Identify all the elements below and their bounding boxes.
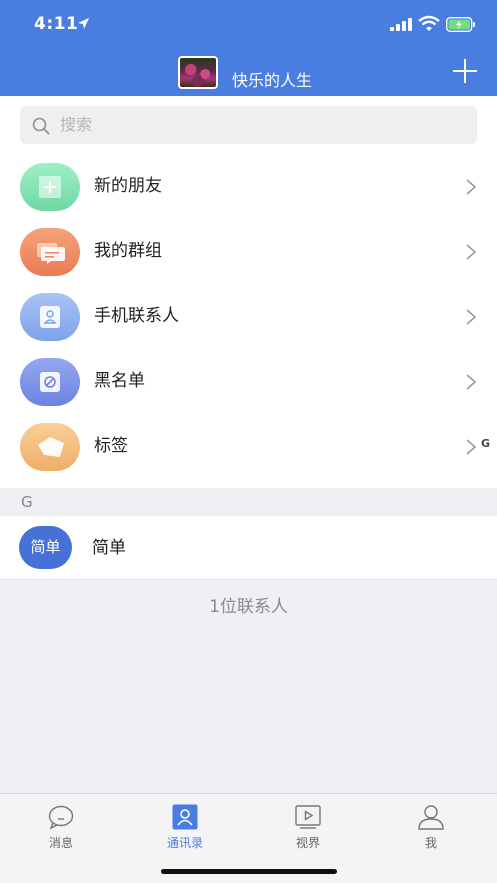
contact-name: 简单 — [92, 538, 126, 558]
tag-icon — [20, 423, 80, 471]
tab-contacts[interactable]: 通讯录 — [140, 802, 230, 852]
home-indicator — [161, 869, 337, 874]
section-header: G — [0, 488, 497, 516]
cellular-signal-icon — [390, 18, 412, 31]
contact-row[interactable]: 简单 简单 — [0, 516, 497, 580]
location-arrow-icon — [78, 18, 89, 29]
battery-icon — [446, 17, 475, 32]
chevron-right-icon — [466, 439, 476, 455]
tab-me[interactable]: 我 — [386, 802, 476, 852]
menu-item-phone-contacts[interactable]: 手机联系人 — [0, 284, 497, 349]
user-avatar[interactable] — [178, 56, 218, 89]
chevron-right-icon — [466, 374, 476, 390]
group-chat-icon — [20, 228, 80, 276]
contact-count: 1位联系人 — [209, 597, 288, 617]
menu-label: 标签 — [94, 436, 128, 456]
video-icon — [295, 805, 321, 829]
profile-icon — [418, 805, 444, 830]
search-icon — [32, 117, 50, 135]
alphabet-index-letter[interactable]: G — [481, 437, 490, 450]
menu-label: 我的群组 — [94, 241, 162, 261]
tab-vision[interactable]: 视界 — [263, 802, 353, 852]
phone-contact-icon — [20, 293, 80, 341]
add-button[interactable] — [452, 58, 478, 84]
tab-label: 视界 — [295, 836, 320, 850]
tab-label: 消息 — [48, 836, 73, 850]
tab-messages[interactable]: 消息 — [16, 802, 106, 852]
wifi-icon — [418, 15, 440, 31]
contact-avatar: 简单 — [19, 526, 72, 569]
menu-item-blacklist[interactable]: 黑名单 — [0, 349, 497, 414]
menu-item-new-friends[interactable]: 新的朋友 — [0, 154, 497, 219]
menu-label: 新的朋友 — [94, 176, 162, 196]
new-friend-icon — [20, 163, 80, 211]
chevron-right-icon — [466, 309, 476, 325]
menu-label: 黑名单 — [94, 371, 145, 391]
contacts-icon — [172, 804, 198, 830]
contacts-menu: 新的朋友 我的群组 手机联系人 黑名单 标签 — [0, 154, 497, 488]
message-icon — [48, 805, 74, 830]
status-time: 4:11 — [34, 14, 79, 34]
search-section — [0, 96, 497, 154]
header-bar: 4:11 快乐的人生 — [0, 0, 497, 96]
menu-item-tags[interactable]: 标签 — [0, 414, 497, 479]
tab-label: 我 — [424, 836, 437, 850]
menu-label: 手机联系人 — [94, 306, 179, 326]
chevron-right-icon — [466, 244, 476, 260]
search-bar[interactable] — [20, 106, 477, 144]
section-letter: G — [21, 493, 33, 511]
chevron-right-icon — [466, 179, 476, 195]
blacklist-icon — [20, 358, 80, 406]
search-input[interactable] — [60, 106, 440, 144]
page-title: 快乐的人生 — [232, 71, 313, 90]
menu-item-my-groups[interactable]: 我的群组 — [0, 219, 497, 284]
tab-label: 通讯录 — [166, 836, 203, 850]
